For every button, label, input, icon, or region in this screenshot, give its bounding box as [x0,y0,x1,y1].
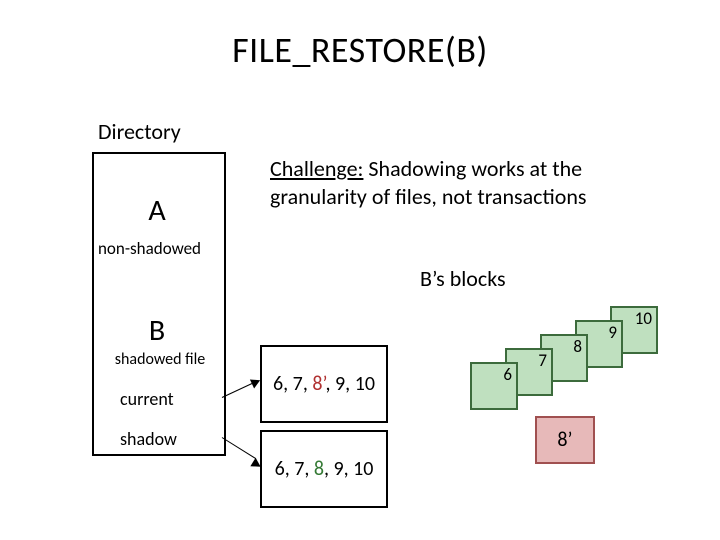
file-a-state: non-shadowed [98,238,201,259]
blocks-heading: B’s blocks [420,265,506,292]
slide-stage: FILE_RESTORE(B) Directory A non-shadowed… [0,0,720,540]
shadow-list-b: , 9, 10 [324,457,373,481]
block-8-num: 8 [573,336,582,357]
current-block-list: 6, 7, 8’, 9, 10 [260,345,388,423]
challenge-lead: Challenge: [270,155,363,182]
file-b-current-label: current [120,388,174,410]
shadow-block-list: 6, 7, 8, 9, 10 [260,430,388,508]
block-6: 6 [470,362,518,410]
current-list-a: 6, 7, [273,372,312,396]
block-7-num: 7 [538,350,547,371]
block-8-prime: 8’ [535,416,595,464]
page-title: FILE_RESTORE(B) [0,28,720,72]
shadow-list-orig: 8 [314,457,324,481]
file-b-state: shadowed file [106,350,214,369]
block-9-num: 9 [608,322,617,343]
file-b-shadow-label: shadow [120,428,177,450]
directory-label: Directory [98,118,181,145]
current-list-prime: 8’ [312,372,325,396]
file-b-name: B [108,312,206,349]
arrow-current-line [222,383,253,398]
shadow-list-a: 6, 7, [275,457,314,481]
file-a-name: A [108,192,206,229]
challenge-text: Challenge: Shadowing works at the granul… [270,155,680,210]
block-6-num: 6 [503,364,512,385]
current-list-b: , 9, 10 [326,372,375,396]
block-10-num: 10 [635,308,652,329]
block-8-prime-num: 8’ [557,428,572,452]
arrow-shadow-line [222,437,256,459]
